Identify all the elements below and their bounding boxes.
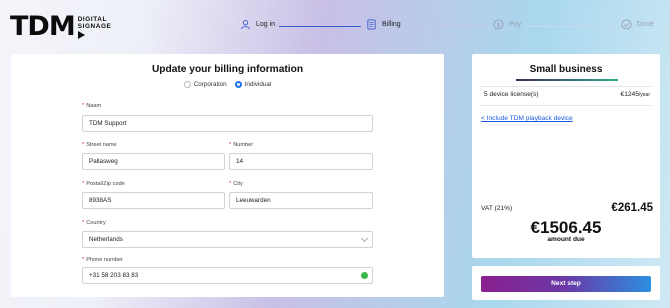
total-amount: €1506.45 [530,218,602,237]
number-label: * Number [229,142,254,148]
license-label: 5 device license(s) [484,91,539,98]
order-summary: Small business 5 device license(s) €1245… [472,54,660,258]
step-connector [525,26,615,27]
plan-underline [516,79,618,81]
step-label: Log in [256,21,276,28]
vat-row: VAT (21%) €261.45 [481,202,653,214]
step-login[interactable]: Log in [240,19,275,30]
document-icon [367,19,376,30]
step-billing[interactable]: Billing [366,19,401,30]
city-label: * City [229,181,243,187]
account-type-group: Corporation Individual [11,81,444,88]
progress-steps: Log in Billing $ Pay Done [240,19,660,35]
billing-form: Update your billing information Corporat… [11,54,444,297]
step-label: Pay [509,21,522,28]
license-row: 5 device license(s) €1245/year [484,91,650,98]
number-field[interactable]: 14 [229,153,373,170]
play-icon [77,30,85,39]
radio-indicator[interactable] [183,81,191,88]
step-label: Billing [382,21,401,28]
divider [480,105,652,106]
postal-field[interactable]: 8938AS [82,192,225,209]
next-step-button[interactable]: Next step [481,276,651,292]
phone-field[interactable]: +31 58 203 83 83 [82,267,373,284]
street-field[interactable]: Pallasweg [82,153,225,170]
name-field[interactable]: TDM Support [82,115,373,132]
phone-label: * Phone number [82,257,123,263]
include-playback-device-link[interactable]: < Include TDM playback device [481,115,573,122]
step-connector [408,26,488,27]
valid-check-icon [361,272,368,279]
user-icon [240,20,251,30]
step-connector [279,26,361,27]
divider [480,86,652,87]
vat-label: VAT (21%) [481,204,513,212]
logo-subtitle: DIGITAL SIGNAGE [77,16,112,39]
postal-label: * Postal/Zip code [82,181,125,187]
next-panel: Next step [472,266,660,300]
top-bar: TDM DIGITAL SIGNAGE Log in Billing $ Pay… [0,0,670,54]
check-circle-icon [621,19,632,30]
city-field[interactable]: Leeuwarden [229,192,373,209]
radio-individual[interactable]: Individual [234,81,271,88]
chevron-down-icon[interactable] [360,234,369,243]
logo: TDM DIGITAL SIGNAGE [10,12,111,42]
dollar-icon: $ [493,19,504,30]
step-done[interactable]: Done [621,19,654,30]
country-label: * Country [82,220,106,226]
radio-corporation[interactable]: Corporation [183,81,227,88]
total-label: amount due [547,236,585,243]
plan-title: Small business [529,64,603,75]
step-pay[interactable]: $ Pay [493,19,521,30]
country-select[interactable]: Netherlands [82,231,373,248]
license-price: €1245/year [620,91,650,98]
logo-text: TDM [10,11,76,42]
form-title: Update your billing information [151,64,304,75]
vat-value: €261.45 [611,202,653,214]
name-label: * Naam [82,103,102,109]
radio-indicator[interactable] [234,81,242,88]
step-label: Done [637,21,654,28]
street-label: * Street name [82,142,117,148]
svg-text:$: $ [496,21,500,29]
